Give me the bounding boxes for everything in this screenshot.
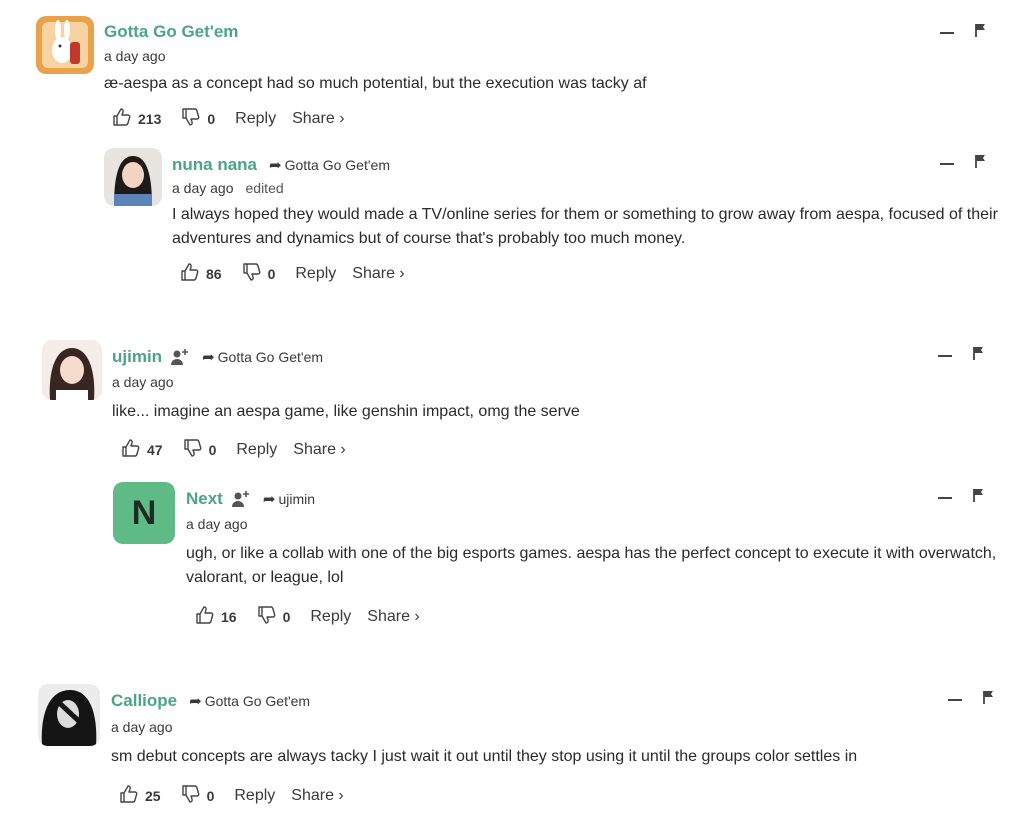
timestamp[interactable]: a day ago <box>111 719 173 735</box>
reply-button[interactable]: Reply <box>310 608 351 626</box>
follow-user-icon[interactable] <box>231 490 251 508</box>
collapse-button[interactable] <box>938 497 952 499</box>
timestamp[interactable]: a day ago <box>112 374 174 390</box>
reply-to-name[interactable]: Gotta Go Get'em <box>205 693 310 709</box>
dislike-count: 0 <box>282 609 291 625</box>
flag-icon[interactable] <box>975 23 987 42</box>
timestamp[interactable]: a day ago <box>104 48 166 64</box>
collapse-button[interactable] <box>948 699 962 701</box>
thumbs-down-icon[interactable] <box>181 107 201 131</box>
thumbs-down-icon[interactable] <box>181 784 201 808</box>
flag-icon[interactable] <box>983 690 995 709</box>
reply-to-link[interactable]: ➦ Gotta Go Get'em <box>269 156 390 174</box>
reply-button[interactable]: Reply <box>235 110 276 128</box>
comment-text: like... imagine an aespa game, like gens… <box>112 403 580 420</box>
avatar-letter: N <box>131 493 157 532</box>
dislike-count: 0 <box>267 266 276 282</box>
author-name[interactable]: Gotta Go Get'em <box>104 22 238 42</box>
thumbs-down-icon[interactable] <box>242 262 262 286</box>
follow-user-icon[interactable] <box>170 348 190 366</box>
like-count: 86 <box>206 266 222 282</box>
timestamp[interactable]: a day ago <box>186 516 248 532</box>
flag-icon[interactable] <box>975 154 987 173</box>
share-button[interactable]: Share › <box>291 787 343 805</box>
reply-button[interactable]: Reply <box>234 787 275 805</box>
reply-to-link[interactable]: ➦ Gotta Go Get'em <box>202 348 323 366</box>
reply-to-link[interactable]: ➦ ujimin <box>263 490 315 508</box>
avatar[interactable] <box>42 340 102 400</box>
share-button[interactable]: Share › <box>352 265 404 283</box>
avatar[interactable] <box>38 684 100 746</box>
collapse-button[interactable] <box>940 163 954 165</box>
reply-arrow-icon: ➦ <box>189 693 202 710</box>
author-name[interactable]: Next <box>186 489 223 509</box>
share-button[interactable]: Share › <box>292 110 344 128</box>
collapse-button[interactable] <box>940 32 954 34</box>
like-count: 213 <box>138 111 162 127</box>
dislike-count: 0 <box>206 788 215 804</box>
thumbs-down-icon[interactable] <box>257 605 277 629</box>
dislike-count: 0 <box>208 442 217 458</box>
comment-text: I always hoped they would made a TV/onli… <box>172 206 998 247</box>
edited-label: edited <box>245 180 284 196</box>
reply-arrow-icon: ➦ <box>262 491 276 508</box>
reply-to-name[interactable]: Gotta Go Get'em <box>285 157 390 173</box>
author-name[interactable]: ujimin <box>112 347 162 367</box>
like-count: 25 <box>145 788 161 804</box>
comment-text: æ-aespa as a concept had so much potenti… <box>104 75 647 92</box>
dislike-count: 0 <box>207 111 216 127</box>
reply-button[interactable]: Reply <box>295 265 336 283</box>
reply-button[interactable]: Reply <box>236 441 277 459</box>
reply-to-name[interactable]: ujimin <box>278 491 315 507</box>
thumbs-up-icon[interactable] <box>180 262 200 286</box>
avatar[interactable]: N <box>113 482 175 544</box>
share-button[interactable]: Share › <box>293 441 345 459</box>
reply-arrow-icon: ➦ <box>202 349 215 366</box>
share-button[interactable]: Share › <box>367 608 419 626</box>
flag-icon[interactable] <box>973 488 985 507</box>
thumbs-down-icon[interactable] <box>183 438 203 462</box>
author-name[interactable]: nuna nana <box>172 155 257 175</box>
reply-to-name[interactable]: Gotta Go Get'em <box>218 349 323 365</box>
thumbs-up-icon[interactable] <box>195 605 215 629</box>
flag-icon[interactable] <box>973 346 985 365</box>
thumbs-up-icon[interactable] <box>121 438 141 462</box>
like-count: 47 <box>147 442 163 458</box>
author-name[interactable]: Calliope <box>111 691 177 711</box>
comment-text: sm debut concepts are always tacky I jus… <box>111 748 858 765</box>
like-count: 16 <box>221 609 237 625</box>
avatar[interactable] <box>104 148 162 206</box>
reply-arrow-icon: ➦ <box>269 157 282 174</box>
thumbs-up-icon[interactable] <box>112 107 132 131</box>
avatar[interactable] <box>36 16 94 74</box>
timestamp[interactable]: a day ago <box>172 180 234 196</box>
collapse-button[interactable] <box>938 355 952 357</box>
comment-text: ugh, or like a collab with one of the bi… <box>186 545 997 586</box>
thumbs-up-icon[interactable] <box>119 784 139 808</box>
reply-to-link[interactable]: ➦ Gotta Go Get'em <box>189 692 310 710</box>
